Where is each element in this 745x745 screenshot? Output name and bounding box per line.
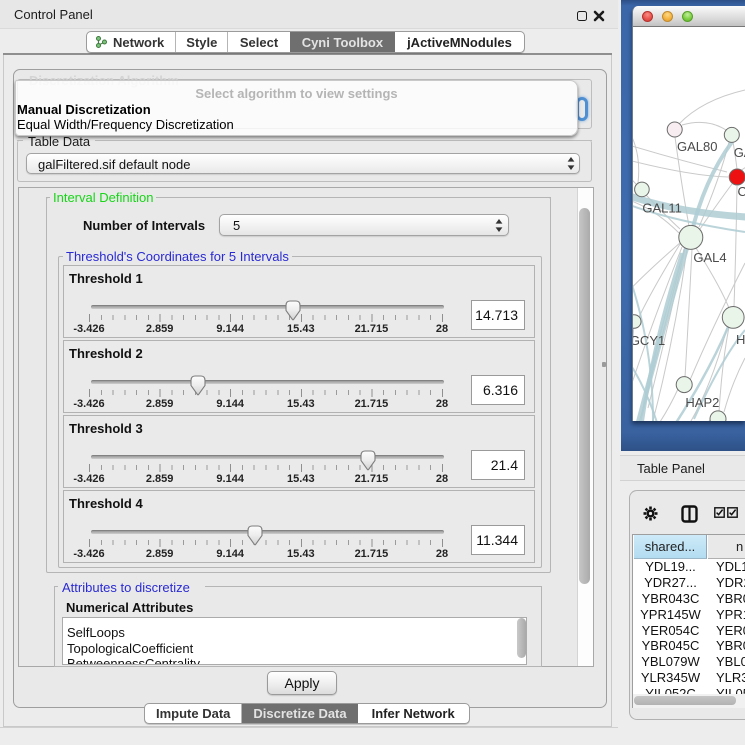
svg-text:H: H <box>736 332 745 347</box>
svg-text:GAL11: GAL11 <box>642 200 682 215</box>
svg-text:GCY1: GCY1 <box>633 333 665 348</box>
svg-text:GAL4: GAL4 <box>693 250 726 265</box>
svg-text:GA: GA <box>733 145 744 160</box>
svg-text:C: C <box>737 184 745 199</box>
svg-text:HAP2: HAP2 <box>685 395 719 410</box>
svg-text:GAL80: GAL80 <box>677 139 717 154</box>
